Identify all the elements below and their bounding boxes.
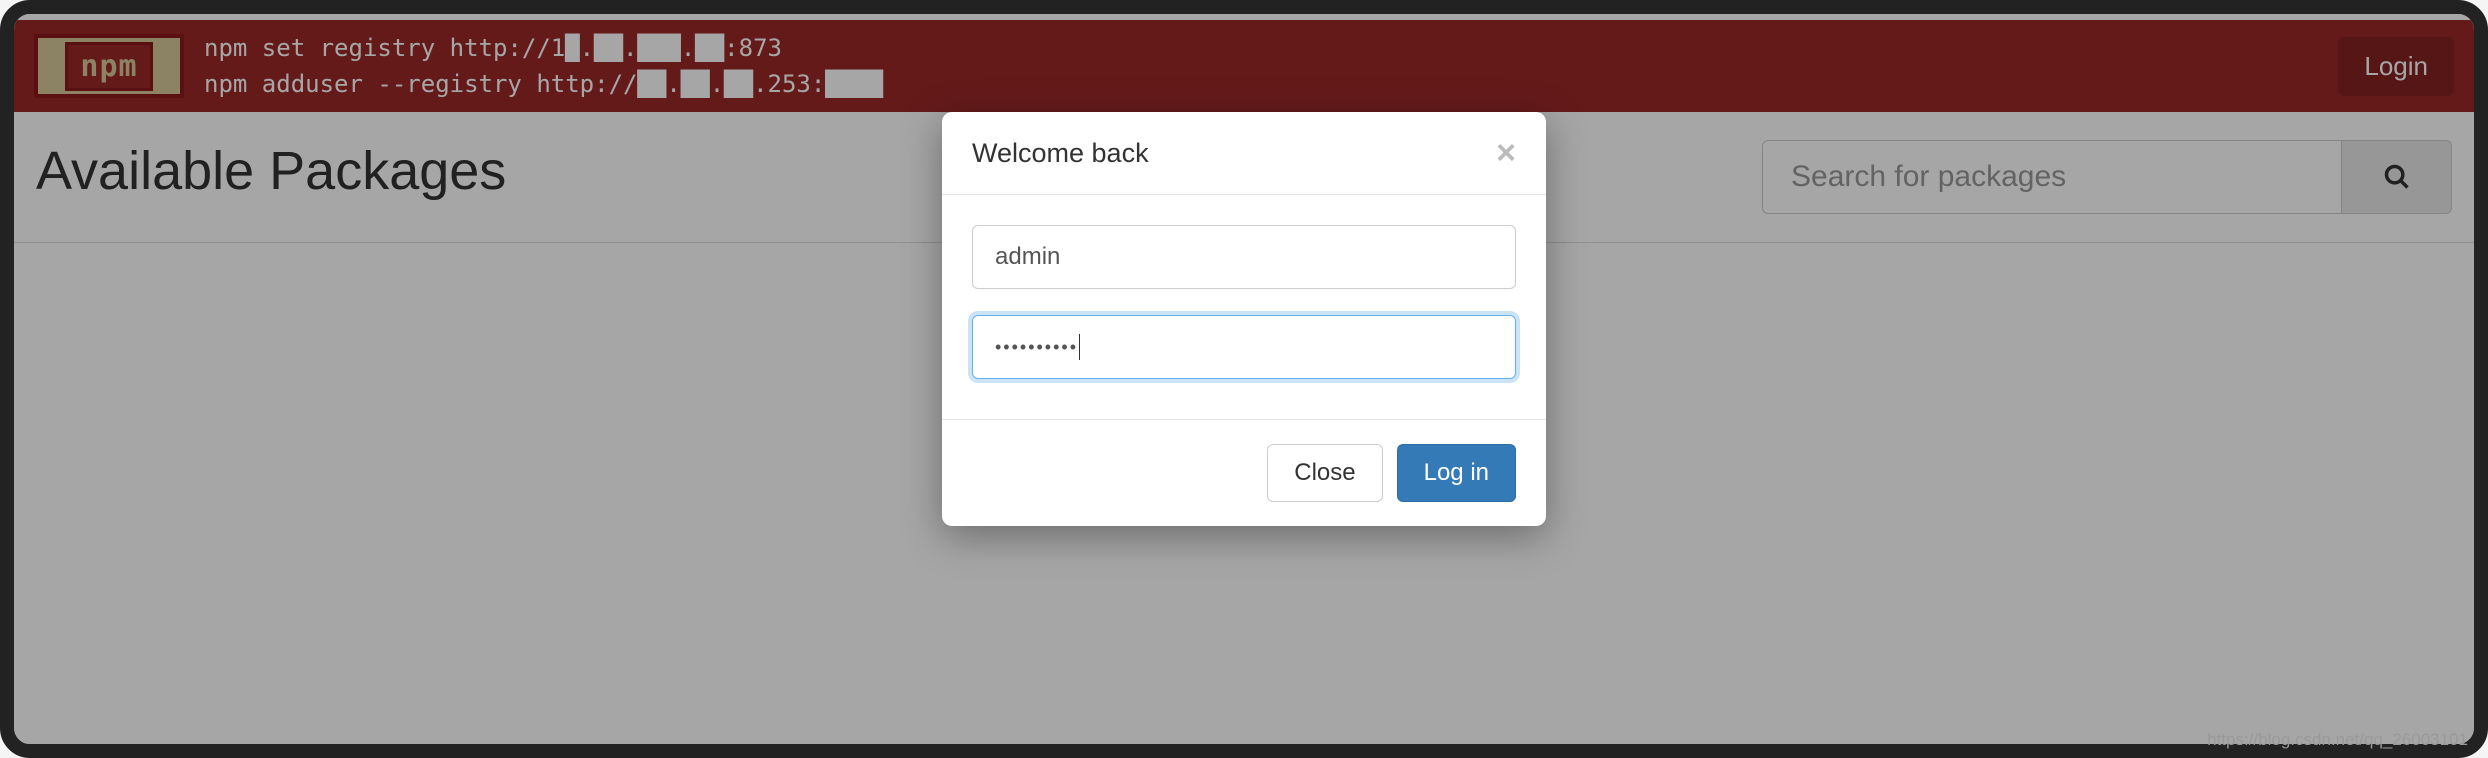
watermark: https://blog.csdn.net/qq_26003101 — [2207, 730, 2468, 750]
close-icon[interactable]: × — [1496, 136, 1516, 170]
text-cursor — [1079, 334, 1080, 360]
username-field[interactable] — [972, 225, 1516, 289]
modal-title: Welcome back — [972, 138, 1149, 169]
password-field[interactable]: •••••••••• — [972, 315, 1516, 379]
close-button[interactable]: Close — [1267, 444, 1382, 502]
login-submit-button[interactable]: Log in — [1397, 444, 1516, 502]
modal-footer: Close Log in — [942, 419, 1546, 526]
modal-body: •••••••••• — [942, 195, 1546, 419]
modal-header: Welcome back × — [942, 112, 1546, 195]
login-modal: Welcome back × •••••••••• Close Log in — [942, 112, 1546, 526]
